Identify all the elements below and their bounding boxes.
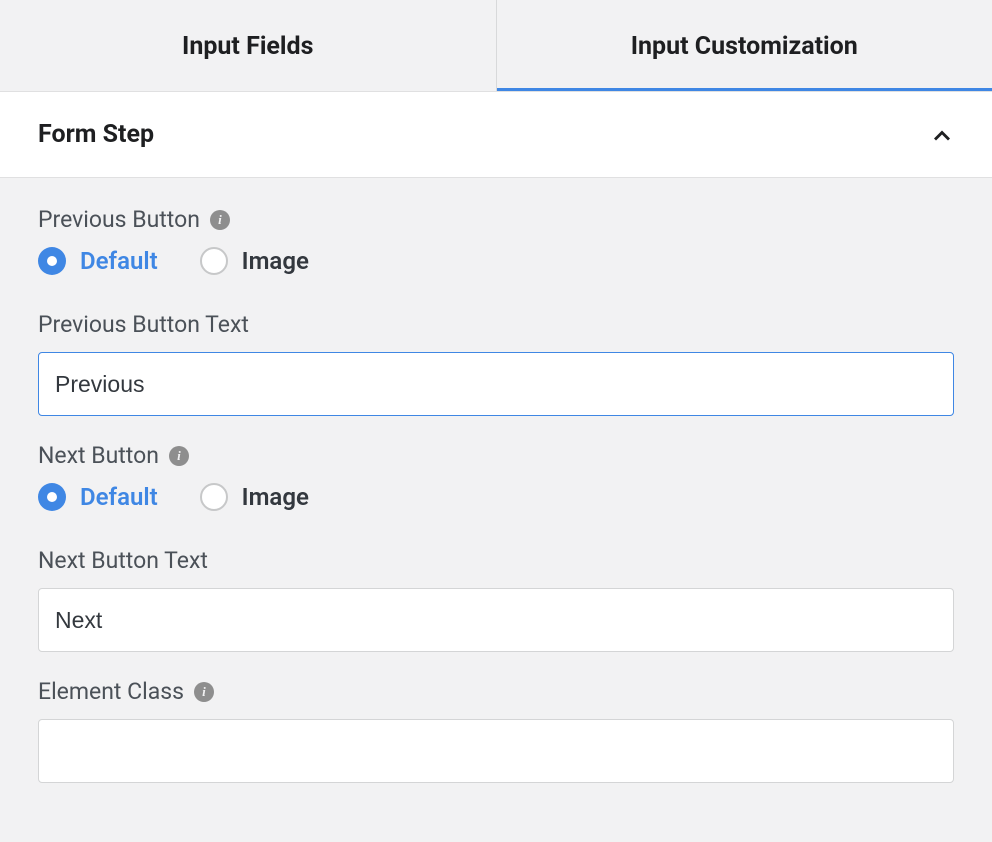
previous-button-text-input[interactable] <box>38 352 954 416</box>
field-label: Previous Button <box>38 206 200 233</box>
radio-dot-icon <box>200 483 228 511</box>
next-button-text-input[interactable] <box>38 588 954 652</box>
field-label: Element Class <box>38 678 184 705</box>
tabs-container: Input Fields Input Customization <box>0 0 992 91</box>
field-label: Previous Button Text <box>38 311 249 338</box>
radio-label: Default <box>80 483 158 511</box>
radio-previous-image[interactable]: Image <box>200 247 309 275</box>
field-previous-button-text: Previous Button Text <box>38 305 954 416</box>
tab-label: Input Customization <box>631 32 858 61</box>
radio-dot-icon <box>200 247 228 275</box>
element-class-input[interactable] <box>38 719 954 783</box>
field-label: Next Button Text <box>38 547 208 574</box>
radio-group-previous-button: Default Image <box>38 247 954 275</box>
radio-previous-default[interactable]: Default <box>38 247 158 275</box>
radio-label: Image <box>242 247 309 275</box>
tab-label: Input Fields <box>182 32 313 61</box>
chevron-up-icon <box>930 123 954 147</box>
radio-dot-icon <box>38 247 66 275</box>
field-label: Next Button <box>38 442 159 469</box>
radio-next-image[interactable]: Image <box>200 483 309 511</box>
field-previous-button: Previous Button i Default Image <box>38 200 954 275</box>
section-content: Previous Button i Default Image Previous… <box>0 178 992 823</box>
tab-input-customization[interactable]: Input Customization <box>497 0 992 91</box>
radio-label: Image <box>242 483 309 511</box>
radio-dot-icon <box>38 483 66 511</box>
radio-group-next-button: Default Image <box>38 483 954 511</box>
field-next-button: Next Button i Default Image <box>38 436 954 511</box>
field-next-button-text: Next Button Text <box>38 541 954 652</box>
radio-next-default[interactable]: Default <box>38 483 158 511</box>
section-title: Form Step <box>38 120 154 149</box>
tab-input-fields[interactable]: Input Fields <box>0 0 496 91</box>
info-icon[interactable]: i <box>194 682 214 702</box>
info-icon[interactable]: i <box>210 210 230 230</box>
radio-label: Default <box>80 247 158 275</box>
field-element-class: Element Class i <box>38 672 954 783</box>
info-icon[interactable]: i <box>169 446 189 466</box>
section-header-form-step[interactable]: Form Step <box>0 91 992 178</box>
